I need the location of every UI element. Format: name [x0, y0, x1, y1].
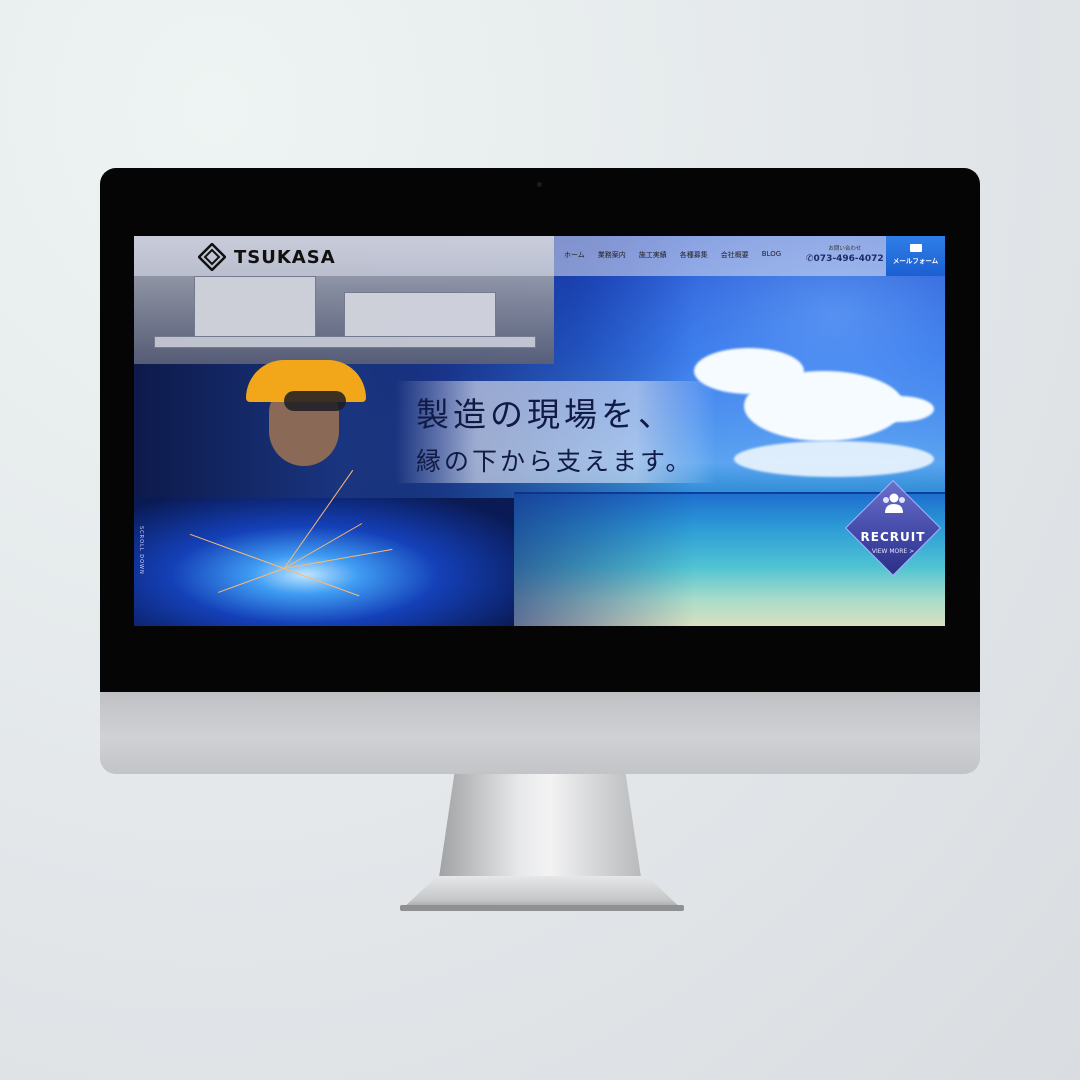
- camera-icon: [537, 182, 542, 187]
- main-nav: ホーム 業務案内 施工実績 各種募集 会社概要 BLOG: [564, 250, 781, 260]
- mail-icon: [909, 244, 922, 252]
- header-contact[interactable]: お問い合わせ ✆073-496-4072: [806, 244, 884, 264]
- phone-icon: ✆: [806, 254, 814, 264]
- website-screen: TSUKASA ホーム 業務案内 施工実績 各種募集 会社概要 BLOG お問い…: [134, 236, 945, 626]
- hero-cloud: [864, 396, 934, 422]
- recruit-badge[interactable]: RECRUIT VIEW MORE >: [844, 479, 942, 577]
- mail-form-button[interactable]: メールフォーム: [886, 236, 945, 276]
- monitor-stand-shadow: [400, 905, 684, 911]
- machine-shape: [194, 276, 316, 338]
- monitor-chin: [100, 692, 980, 774]
- scroll-down-indicator[interactable]: SCROLL DOWN: [138, 526, 144, 575]
- monitor-stand-neck: [438, 774, 642, 884]
- machine-shape: [154, 336, 536, 348]
- logo-text: TSUKASA: [234, 246, 336, 268]
- mail-form-label: メールフォーム: [892, 257, 939, 265]
- contact-phone: ✆073-496-4072: [806, 254, 884, 264]
- recruit-view-more[interactable]: VIEW MORE >: [845, 548, 941, 555]
- hero-welding-photo: [134, 469, 514, 626]
- contact-label: お問い合わせ: [828, 246, 862, 252]
- logo-mark-icon: [198, 243, 226, 271]
- nav-works[interactable]: 施工実績: [639, 250, 667, 260]
- worker-goggles: [284, 391, 346, 411]
- people-icon: [883, 493, 905, 513]
- recruit-title: RECRUIT: [860, 530, 926, 544]
- hero-headline: 製造の現場を、 縁の下から支えます。: [416, 388, 694, 478]
- weld-spark: [189, 533, 285, 569]
- headline-line1: 製造の現場を、: [416, 395, 675, 434]
- weld-spark: [283, 568, 360, 597]
- nav-home[interactable]: ホーム: [564, 250, 585, 260]
- nav-services[interactable]: 業務案内: [598, 250, 626, 260]
- phone-number: 073-496-4072: [813, 254, 884, 264]
- nav-recruitment[interactable]: 各種募集: [680, 250, 708, 260]
- nav-company[interactable]: 会社概要: [721, 250, 749, 260]
- hero-cloud: [734, 441, 934, 477]
- weld-spark: [218, 568, 285, 593]
- site-logo[interactable]: TSUKASA: [198, 243, 336, 271]
- nav-blog[interactable]: BLOG: [762, 250, 781, 260]
- headline-line2: 縁の下から支えます。: [416, 447, 694, 476]
